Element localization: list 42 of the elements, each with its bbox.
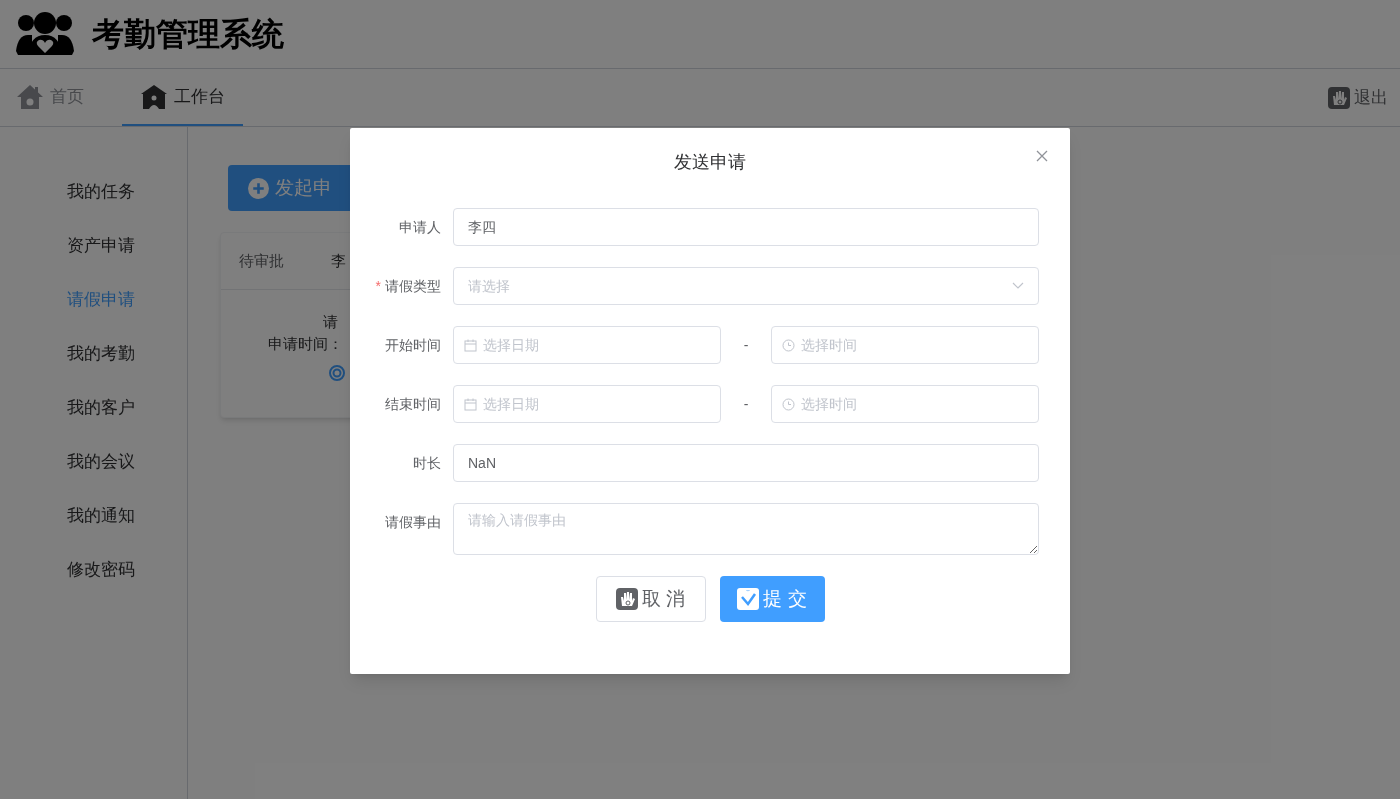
sidebar-item[interactable]: 我的会议 xyxy=(0,435,187,489)
range-separator: - xyxy=(742,394,750,414)
field-label: 开始时间 xyxy=(385,335,441,355)
text-field[interactable]: 李四 xyxy=(453,208,1039,246)
close-icon xyxy=(1036,150,1048,162)
card-text: 请 xyxy=(323,312,338,332)
close-button[interactable] xyxy=(1034,148,1050,164)
dialog-title: 发送申请 xyxy=(674,150,746,174)
card-header-text: 李 xyxy=(331,250,346,271)
clock-icon xyxy=(782,397,795,411)
plus-circle-icon xyxy=(248,177,269,199)
sidebar-item[interactable]: 资产申请 xyxy=(0,219,187,273)
logout-button[interactable]: 退出 xyxy=(1328,69,1388,126)
field-label: 请假类型 xyxy=(385,276,441,296)
app-title: 考勤管理系统 xyxy=(92,15,284,54)
circle-icon xyxy=(329,365,345,381)
text-field[interactable]: NaN xyxy=(453,444,1039,482)
calendar-icon xyxy=(464,338,477,352)
hand-icon xyxy=(615,588,638,610)
hand-icon xyxy=(1328,86,1350,109)
sidebar-item[interactable]: 修改密码 xyxy=(0,543,187,597)
required-mark: * xyxy=(375,276,381,296)
chevron-down-icon xyxy=(1012,282,1024,290)
house-icon xyxy=(16,83,44,110)
people-heart-logo-icon xyxy=(16,11,74,57)
field-label: 请假事由 xyxy=(385,512,441,532)
sidebar-item[interactable]: 我的考勤 xyxy=(0,327,187,381)
cancel-button[interactable]: 取 消 xyxy=(595,576,706,622)
range-separator: - xyxy=(742,335,750,355)
field-label: 时长 xyxy=(413,453,441,473)
card-text: 申请时间： xyxy=(268,334,343,354)
clock-icon xyxy=(782,338,795,352)
field-label: 申请人 xyxy=(399,217,441,237)
card-header-text: 待审批 xyxy=(239,250,285,271)
textarea-field[interactable]: 请输入请假事由 xyxy=(453,503,1039,555)
submit-button[interactable]: 提 交 xyxy=(719,576,825,622)
sidebar-item[interactable]: 我的客户 xyxy=(0,381,187,435)
field-label: 结束时间 xyxy=(385,394,441,414)
calendar-icon xyxy=(464,397,477,411)
sidebar-item[interactable]: 我的任务 xyxy=(0,165,187,219)
nav-tab[interactable]: 工作台 xyxy=(122,69,243,126)
sidebar-item[interactable]: 我的通知 xyxy=(0,489,187,543)
